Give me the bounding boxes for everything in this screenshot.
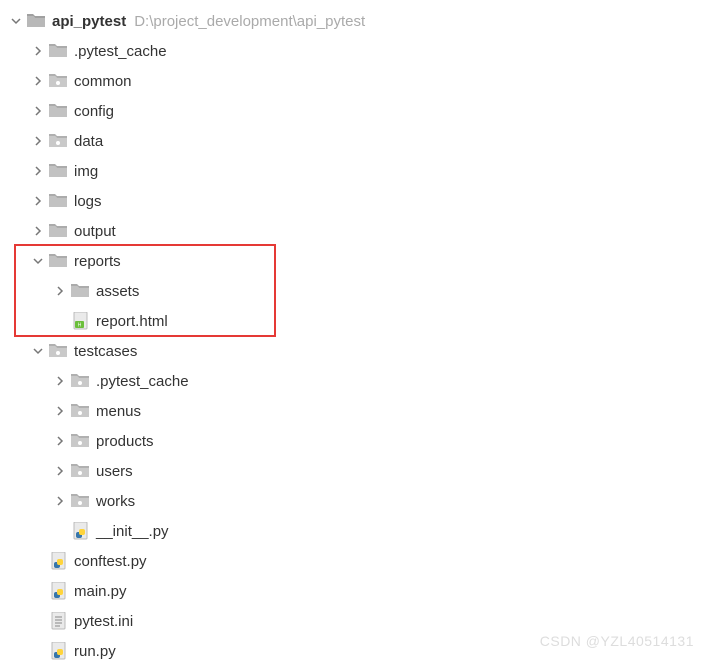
chevron-right-icon[interactable] <box>28 131 48 151</box>
chevron-spacer <box>28 551 48 571</box>
tree-item-label: works <box>96 493 135 510</box>
tree-item-label: menus <box>96 403 141 420</box>
tree-item-label: report.html <box>96 313 168 330</box>
chevron-right-icon[interactable] <box>28 71 48 91</box>
folder-icon <box>48 221 68 241</box>
chevron-right-icon[interactable] <box>50 461 70 481</box>
tree-row[interactable]: reports <box>0 246 706 276</box>
tree-row[interactable]: users <box>0 456 706 486</box>
tree-row[interactable]: products <box>0 426 706 456</box>
tree-row[interactable]: .pytest_cache <box>0 366 706 396</box>
tree-item-label: testcases <box>74 343 137 360</box>
python-file-icon <box>70 521 90 541</box>
tree-item-label: main.py <box>74 583 127 600</box>
ini-file-icon <box>48 611 68 631</box>
tree-item-label: .pytest_cache <box>74 43 167 60</box>
folder-icon <box>70 491 90 511</box>
chevron-right-icon[interactable] <box>50 431 70 451</box>
tree-body: .pytest_cachecommonconfigdataimglogsoutp… <box>0 36 706 666</box>
tree-item-label: .pytest_cache <box>96 373 189 390</box>
chevron-spacer <box>50 311 70 331</box>
chevron-right-icon[interactable] <box>28 191 48 211</box>
tree-row[interactable]: assets <box>0 276 706 306</box>
chevron-spacer <box>28 641 48 661</box>
folder-icon <box>70 461 90 481</box>
tree-item-label: img <box>74 163 98 180</box>
tree-root-label: api_pytest <box>52 13 126 30</box>
tree-row[interactable]: __init__.py <box>0 516 706 546</box>
folder-icon <box>26 11 46 31</box>
tree-row[interactable]: menus <box>0 396 706 426</box>
tree-item-label: common <box>74 73 132 90</box>
tree-row[interactable]: main.py <box>0 576 706 606</box>
python-file-icon <box>48 551 68 571</box>
chevron-down-icon[interactable] <box>28 251 48 271</box>
tree-row[interactable]: common <box>0 66 706 96</box>
chevron-right-icon[interactable] <box>50 281 70 301</box>
chevron-down-icon[interactable] <box>28 341 48 361</box>
tree-item-label: users <box>96 463 133 480</box>
folder-icon <box>48 341 68 361</box>
tree-item-label: assets <box>96 283 139 300</box>
tree-row[interactable]: img <box>0 156 706 186</box>
tree-item-label: __init__.py <box>96 523 169 540</box>
folder-icon <box>70 401 90 421</box>
chevron-right-icon[interactable] <box>28 161 48 181</box>
chevron-down-icon[interactable] <box>6 11 26 31</box>
folder-icon <box>70 371 90 391</box>
tree-row[interactable]: data <box>0 126 706 156</box>
tree-item-label: run.py <box>74 643 116 660</box>
tree-row[interactable]: Hreport.html <box>0 306 706 336</box>
tree-item-label: conftest.py <box>74 553 147 570</box>
html-file-icon: H <box>70 311 90 331</box>
tree-item-label: output <box>74 223 116 240</box>
chevron-right-icon[interactable] <box>50 371 70 391</box>
chevron-spacer <box>28 611 48 631</box>
tree-row[interactable]: pytest.ini <box>0 606 706 636</box>
folder-icon <box>48 101 68 121</box>
tree-item-label: pytest.ini <box>74 613 133 630</box>
python-file-icon <box>48 581 68 601</box>
folder-icon <box>70 281 90 301</box>
folder-icon <box>48 191 68 211</box>
folder-icon <box>70 431 90 451</box>
chevron-spacer <box>50 521 70 541</box>
tree-row[interactable]: .pytest_cache <box>0 36 706 66</box>
tree-row[interactable]: works <box>0 486 706 516</box>
chevron-right-icon[interactable] <box>50 401 70 421</box>
folder-icon <box>48 161 68 181</box>
watermark: CSDN @YZL40514131 <box>540 633 694 649</box>
tree-item-label: products <box>96 433 154 450</box>
tree-item-label: reports <box>74 253 121 270</box>
tree-row[interactable]: logs <box>0 186 706 216</box>
folder-icon <box>48 71 68 91</box>
svg-text:H: H <box>77 323 81 329</box>
tree-row[interactable]: conftest.py <box>0 546 706 576</box>
tree-row[interactable]: output <box>0 216 706 246</box>
tree-root-path: D:\project_development\api_pytest <box>134 13 365 30</box>
python-file-icon <box>48 641 68 661</box>
tree-item-label: data <box>74 133 103 150</box>
tree-item-label: config <box>74 103 114 120</box>
chevron-right-icon[interactable] <box>28 221 48 241</box>
chevron-right-icon[interactable] <box>28 41 48 61</box>
chevron-spacer <box>28 581 48 601</box>
tree-item-label: logs <box>74 193 102 210</box>
folder-icon <box>48 131 68 151</box>
folder-icon <box>48 251 68 271</box>
tree-row[interactable]: testcases <box>0 336 706 366</box>
tree-row[interactable]: config <box>0 96 706 126</box>
folder-icon <box>48 41 68 61</box>
tree-row-root[interactable]: api_pytest D:\project_development\api_py… <box>0 6 706 36</box>
chevron-right-icon[interactable] <box>28 101 48 121</box>
chevron-right-icon[interactable] <box>50 491 70 511</box>
